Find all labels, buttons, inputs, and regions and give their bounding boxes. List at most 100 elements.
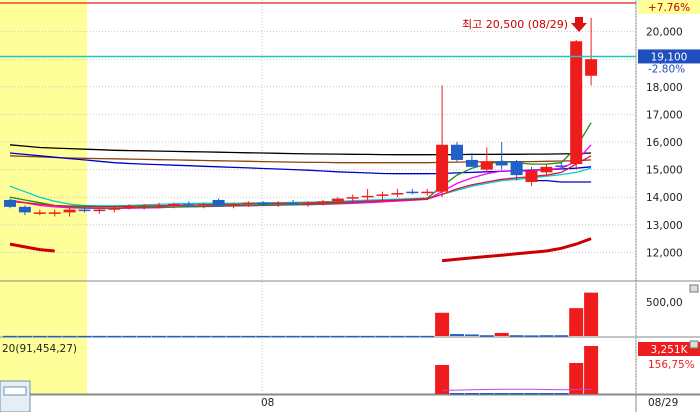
volume-bar bbox=[226, 335, 241, 338]
indicator-bar bbox=[494, 393, 509, 395]
candle-body bbox=[510, 161, 523, 176]
indicator-bar bbox=[479, 393, 494, 395]
volume-bar bbox=[375, 335, 390, 338]
indicator-bar bbox=[524, 393, 539, 395]
indicator-legend: 20(91,454,27) bbox=[2, 343, 77, 355]
scroll-handle-icon[interactable] bbox=[0, 380, 31, 413]
y-tick-label: 16,000 bbox=[646, 137, 683, 149]
volume-bar bbox=[241, 335, 256, 338]
volume-bar bbox=[315, 335, 330, 338]
current-price-text: 19,100 bbox=[651, 51, 688, 63]
candle-body bbox=[436, 144, 449, 192]
scroll-handle-icon[interactable] bbox=[3, 386, 27, 396]
candle-body bbox=[18, 206, 31, 213]
volume-bar bbox=[271, 335, 286, 338]
y-tick-label: 17,000 bbox=[646, 109, 683, 121]
candle-body bbox=[272, 202, 285, 205]
change-badge-text: +7.76% bbox=[648, 2, 690, 14]
candle-body bbox=[257, 202, 270, 205]
volume-bar bbox=[360, 335, 375, 338]
candle-body bbox=[242, 202, 255, 205]
volume-bar bbox=[47, 335, 62, 338]
down-arrow-icon bbox=[575, 17, 583, 24]
price-change-text: -2.80% bbox=[648, 63, 685, 75]
volume-bar bbox=[166, 335, 181, 338]
volume-bar bbox=[107, 335, 122, 338]
volume-bar bbox=[554, 335, 569, 337]
indicator-line bbox=[442, 388, 592, 391]
volume-bar bbox=[286, 335, 301, 338]
candle-body bbox=[197, 204, 210, 206]
candle-body bbox=[287, 202, 300, 205]
candle-body bbox=[451, 144, 463, 160]
bottom-indicator-curve bbox=[9, 237, 592, 263]
y-tick-label: 13,000 bbox=[646, 220, 683, 232]
candle-body bbox=[302, 202, 314, 205]
volume-bar bbox=[390, 335, 405, 338]
candle-body bbox=[555, 165, 568, 167]
candle-body bbox=[108, 208, 121, 210]
volume-bar bbox=[464, 334, 479, 336]
volume-bar bbox=[137, 335, 152, 338]
candle-body bbox=[585, 59, 598, 76]
volume-bar bbox=[405, 335, 420, 338]
volume-bar bbox=[181, 335, 196, 338]
moving-average-line bbox=[9, 144, 592, 156]
candle-body bbox=[167, 204, 180, 206]
volume-bar bbox=[3, 335, 17, 338]
volume-bar bbox=[479, 335, 494, 337]
collapse-icon[interactable] bbox=[689, 284, 699, 293]
volume-bar bbox=[494, 332, 509, 336]
volume-bar bbox=[420, 335, 435, 338]
volume-bar bbox=[152, 335, 166, 338]
collapse-icon[interactable] bbox=[689, 340, 699, 349]
candle-body bbox=[406, 191, 419, 194]
indicator-bar bbox=[554, 393, 569, 395]
volume-bar bbox=[256, 335, 271, 338]
indicator-badge-text2: 156,75% bbox=[648, 359, 695, 371]
y-tick-label: 12,000 bbox=[646, 247, 683, 259]
indicator-bar bbox=[539, 393, 554, 395]
candle-body bbox=[93, 209, 106, 212]
indicator-bar bbox=[450, 393, 464, 395]
volume-bar bbox=[330, 335, 345, 338]
candle-body bbox=[153, 205, 165, 207]
volume-bar bbox=[569, 308, 584, 336]
indicator-bar bbox=[464, 393, 479, 395]
candle-body bbox=[540, 166, 553, 173]
moving-average-line bbox=[531, 179, 592, 183]
candle-body bbox=[391, 193, 404, 195]
candle-body bbox=[480, 161, 493, 170]
x-tick-label: 08 bbox=[261, 397, 274, 409]
candle-body bbox=[212, 199, 225, 206]
y-tick-label: 20,000 bbox=[646, 27, 683, 39]
candle-body bbox=[4, 199, 16, 207]
candle-body bbox=[495, 161, 508, 166]
volume-bar bbox=[17, 335, 32, 338]
volume-bar bbox=[435, 312, 450, 336]
candle-body bbox=[33, 212, 46, 214]
volume-bar bbox=[450, 334, 464, 336]
indicator-bar bbox=[509, 393, 524, 395]
chart-window: 최고 20,500 (08/29) 20(91,454,27) 12,000 13… bbox=[0, 0, 700, 413]
stock-chart: 최고 20,500 (08/29) 20(91,454,27) 12,000 13… bbox=[0, 0, 700, 413]
candle-body bbox=[376, 194, 389, 196]
candle-body bbox=[570, 41, 583, 165]
volume-bar bbox=[584, 292, 599, 336]
moving-average-line bbox=[9, 167, 592, 207]
volume-bar bbox=[539, 335, 554, 337]
volume-bar bbox=[301, 335, 315, 338]
candle-body bbox=[361, 195, 374, 198]
volume-bar bbox=[32, 335, 47, 338]
y-tick-label: 15,000 bbox=[646, 165, 683, 177]
indicator-bar bbox=[584, 346, 599, 394]
volume-bar bbox=[211, 335, 226, 338]
candle-body bbox=[316, 201, 329, 203]
y-tick-label: 18,000 bbox=[646, 82, 683, 94]
candle-body bbox=[421, 191, 434, 194]
volume-bar bbox=[524, 335, 539, 337]
candle-body bbox=[331, 198, 344, 202]
candle-body bbox=[138, 205, 151, 207]
candle-body bbox=[465, 159, 478, 167]
x-tick-label: 08/29 bbox=[648, 397, 678, 409]
